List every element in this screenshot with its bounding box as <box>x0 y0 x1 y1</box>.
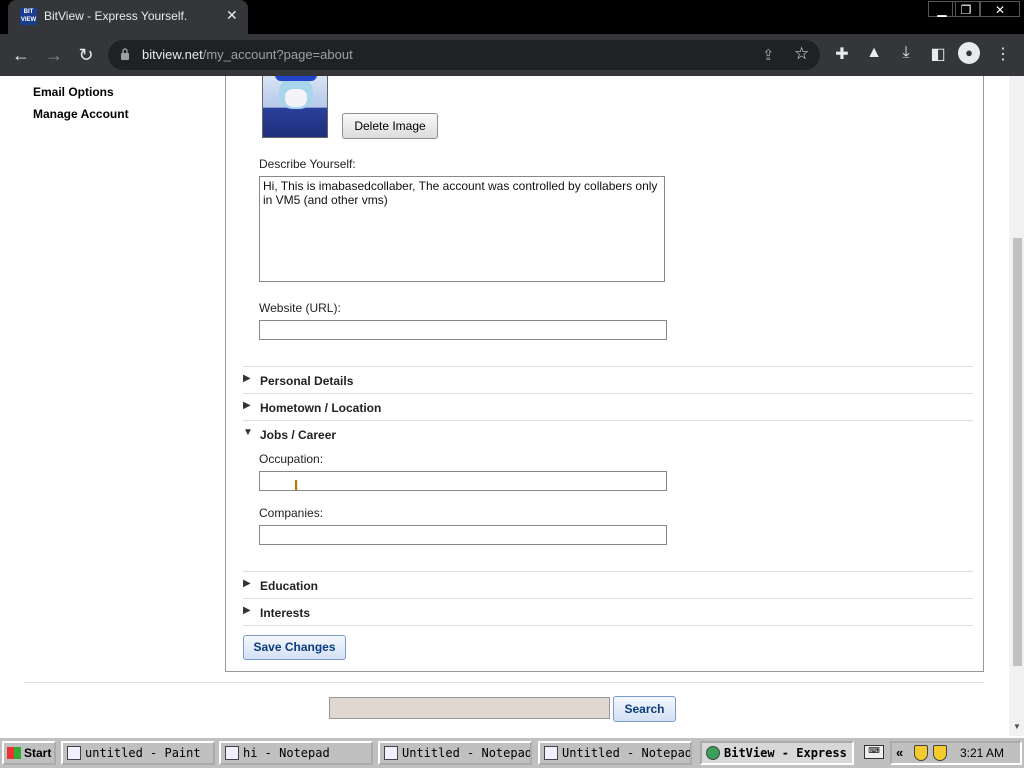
delete-image-button[interactable]: Delete Image <box>342 113 438 139</box>
taskbar-clock[interactable]: 3:21 AM <box>960 746 1004 760</box>
section-jobs-career[interactable]: ▼ Jobs / Career <box>243 420 973 447</box>
back-icon[interactable]: ← <box>9 43 33 67</box>
notepad-icon <box>384 746 398 760</box>
browser-toolbar: ← → ↻ bitview.net/my_account?page=about … <box>0 34 1024 76</box>
paint-icon <box>67 746 81 760</box>
collapsed-triangle-icon: ▶ <box>243 373 251 384</box>
scrollbar-thumb[interactable] <box>1013 238 1022 666</box>
bookmark-star-icon[interactable]: ☆ <box>794 44 809 64</box>
download-icon[interactable]: ⤓ <box>895 44 917 62</box>
section-title: Interests <box>260 606 311 620</box>
sidebar-item-manage-account[interactable]: Manage Account <box>33 107 129 121</box>
browser-icon <box>706 746 720 760</box>
section-education[interactable]: ▶ Education <box>243 571 973 598</box>
taskbar-item-paint[interactable]: untitled - Paint <box>61 741 215 765</box>
website-label: Website (URL): <box>259 301 341 315</box>
page-scrollbar[interactable]: ▼ <box>1009 76 1024 736</box>
url-host: bitview.net <box>142 47 203 62</box>
occupation-label: Occupation: <box>259 452 324 466</box>
taskbar-item-label: hi - Notepad <box>243 746 330 760</box>
share-icon[interactable]: ⇪ <box>762 46 775 64</box>
windows-taskbar: Start untitled - Paint hi - Notepad Unti… <box>0 736 1024 768</box>
profile-image <box>262 76 328 138</box>
taskbar-item-label: Untitled - Notepad <box>402 746 532 760</box>
collapsed-triangle-icon: ▶ <box>243 605 251 616</box>
describe-yourself-textarea[interactable]: Hi, This is imabasedcollaber, The accoun… <box>259 176 665 282</box>
section-divider <box>243 625 973 626</box>
search-input[interactable] <box>329 697 610 719</box>
taskbar-item-notepad-hi[interactable]: hi - Notepad <box>219 741 373 765</box>
system-tray: « 3:21 AM <box>890 741 1022 765</box>
profile-avatar-icon[interactable]: ● <box>958 42 980 64</box>
search-button[interactable]: Search <box>613 696 676 722</box>
collapsed-triangle-icon: ▶ <box>243 578 251 589</box>
section-hometown-location[interactable]: ▶ Hometown / Location <box>243 393 973 420</box>
section-title: Personal Details <box>260 374 354 388</box>
section-personal-details[interactable]: ▶ Personal Details <box>243 366 973 393</box>
url-path: /my_account?page=about <box>202 47 353 62</box>
start-label: Start <box>24 746 52 760</box>
reload-icon[interactable]: ↻ <box>74 43 98 67</box>
windows-logo-icon <box>7 747 21 759</box>
section-title: Hometown / Location <box>260 401 382 415</box>
taskbar-item-notepad-untitled[interactable]: Untitled - Notepad <box>378 741 532 765</box>
security-shield-icon[interactable] <box>933 745 947 761</box>
taskbar-item-notepad-untitled-2[interactable]: Untitled - Notepad <box>538 741 692 765</box>
website-input[interactable] <box>259 320 667 340</box>
save-changes-button[interactable]: Save Changes <box>243 635 346 660</box>
avatar-face-shape <box>285 89 307 107</box>
window-restore-button[interactable]: ❐ <box>952 1 980 17</box>
section-title: Education <box>260 579 319 593</box>
companies-input[interactable] <box>259 525 667 545</box>
scroll-down-arrow-icon[interactable]: ▼ <box>1013 722 1021 731</box>
browser-title-bar: BIT VIEW BitView - Express Yourself. ✕ ▁… <box>0 0 1024 34</box>
bitview-favicon-icon: BIT VIEW <box>20 8 37 25</box>
forward-icon[interactable]: → <box>42 43 66 67</box>
describe-yourself-label: Describe Yourself: <box>259 157 356 171</box>
notepad-icon <box>225 746 239 760</box>
address-bar[interactable]: bitview.net/my_account?page=about ⇪ ☆ <box>108 40 820 70</box>
section-title: Jobs / Career <box>260 428 337 442</box>
section-interests[interactable]: ▶ Interests <box>243 598 973 625</box>
companies-label: Companies: <box>259 506 324 520</box>
window-close-button[interactable]: ✕ <box>980 1 1020 17</box>
taskbar-item-bitview[interactable]: BitView - Express ... <box>700 741 854 765</box>
lock-icon <box>121 48 129 60</box>
labs-flask-icon[interactable]: ▲ <box>863 44 885 62</box>
browser-tab[interactable]: BIT VIEW BitView - Express Yourself. ✕ <box>8 0 248 34</box>
page-viewport: Email Options Manage Account Delete Imag… <box>0 76 1024 736</box>
expanded-triangle-icon: ▼ <box>243 427 253 438</box>
side-panel-icon[interactable]: ◧ <box>927 44 949 64</box>
occupation-input[interactable] <box>259 471 667 491</box>
tray-expand-icon[interactable]: « <box>896 745 903 760</box>
taskbar-item-label: untitled - Paint <box>85 746 201 760</box>
notepad-icon <box>544 746 558 760</box>
more-menu-icon[interactable]: ⋮ <box>992 44 1014 64</box>
footer-divider <box>24 682 984 683</box>
taskbar-item-label: BitView - Express ... <box>724 746 852 760</box>
start-button[interactable]: Start <box>2 741 56 765</box>
security-shield-icon[interactable] <box>914 745 928 761</box>
collapsed-triangle-icon: ▶ <box>243 400 251 411</box>
taskbar-item-label: Untitled - Notepad <box>562 746 692 760</box>
tab-close-icon[interactable]: ✕ <box>226 7 238 24</box>
extensions-puzzle-icon[interactable]: ✚ <box>831 44 853 64</box>
avatar-bow-shape <box>275 76 317 81</box>
keyboard-layout-icon[interactable]: ⌨ <box>864 745 884 759</box>
url-text: bitview.net/my_account?page=about <box>142 47 353 62</box>
tab-title: BitView - Express Yourself. <box>44 9 188 23</box>
text-cursor-icon: I <box>294 477 299 494</box>
sidebar-item-email-options[interactable]: Email Options <box>33 85 114 99</box>
